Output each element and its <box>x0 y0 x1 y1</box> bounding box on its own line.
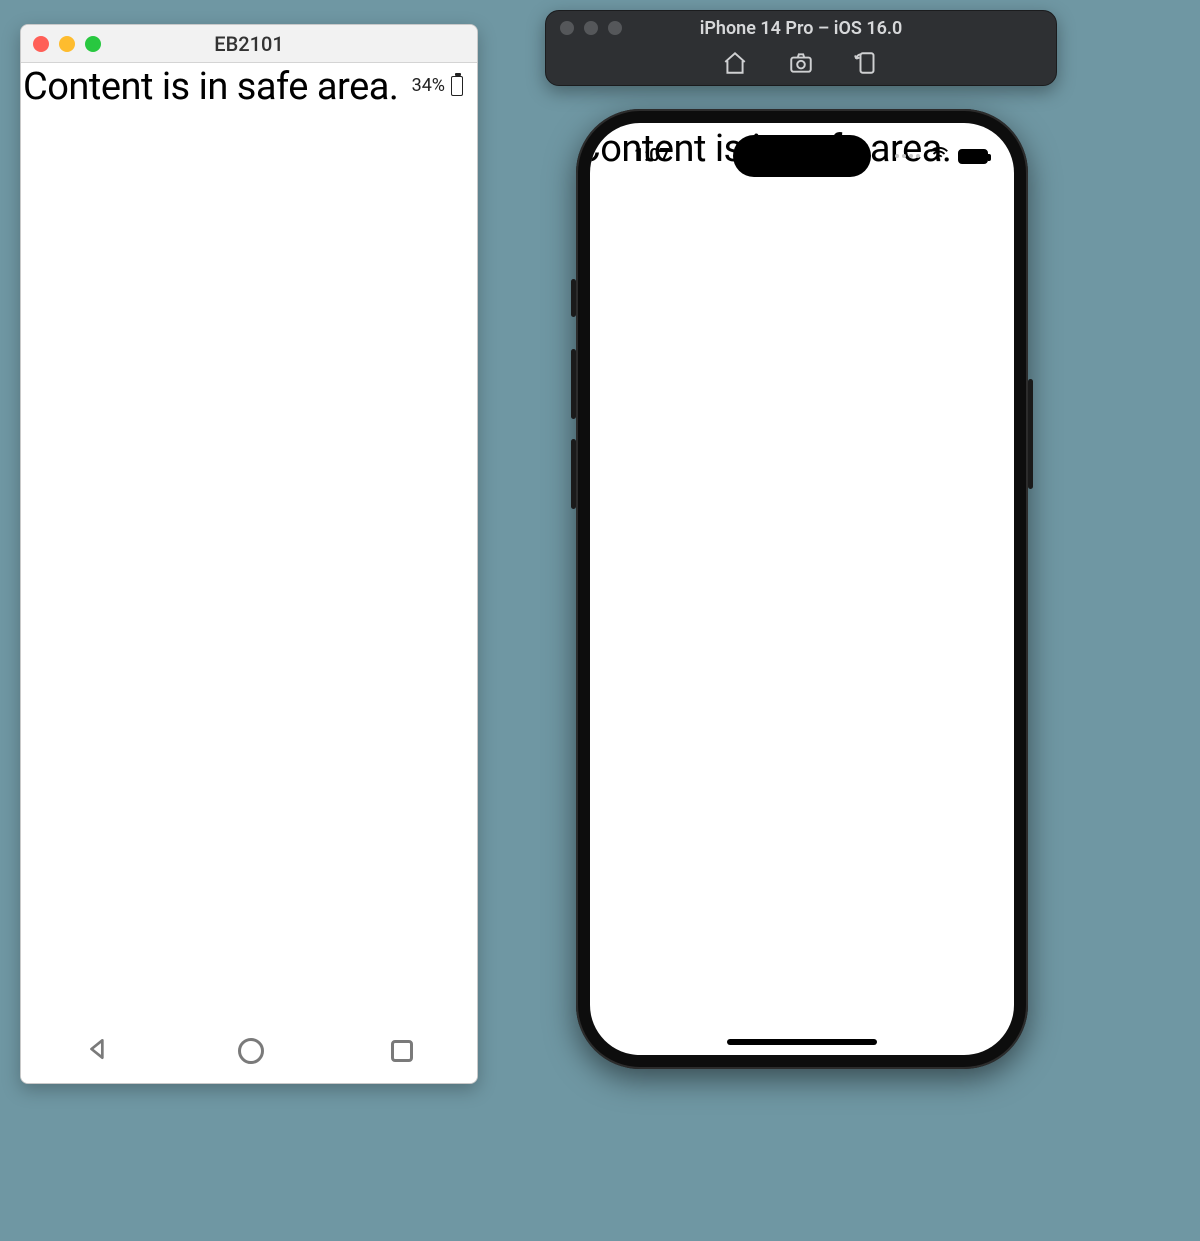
volume-down-button <box>571 439 576 509</box>
home-icon[interactable] <box>722 50 748 80</box>
mute-switch <box>571 279 576 317</box>
battery-percentage: 34% <box>412 75 445 96</box>
power-button <box>1028 379 1033 489</box>
app-content-text: Content is in safe area. <box>23 65 398 109</box>
android-emulator-window: EB2101 Content is in safe area. 34% <box>20 24 478 1084</box>
rotate-icon[interactable] <box>854 50 880 80</box>
nav-back-button[interactable] <box>85 1036 111 1066</box>
ios-toolbar-actions <box>546 45 1056 85</box>
iphone-screen[interactable]: Content is in safe area. 1:07 <box>590 123 1014 1055</box>
wifi-icon <box>928 143 950 169</box>
home-indicator[interactable] <box>727 1039 877 1045</box>
iphone-device-frame: Content is in safe area. 1:07 <box>576 109 1028 1069</box>
android-screen[interactable]: Content is in safe area. 34% <box>21 63 477 1083</box>
ios-statusbar-right <box>895 143 988 169</box>
cellular-signal-icon <box>895 154 920 158</box>
dynamic-island <box>733 135 871 177</box>
android-navbar <box>21 1029 477 1073</box>
nav-home-button[interactable] <box>238 1038 264 1064</box>
ios-simulator-toolbar: iPhone 14 Pro – iOS 16.0 <box>545 10 1057 86</box>
android-statusbar: 34% <box>412 75 463 96</box>
battery-icon <box>958 149 988 164</box>
battery-icon <box>451 76 463 96</box>
screenshot-icon[interactable] <box>788 50 814 80</box>
android-titlebar: EB2101 <box>21 25 477 63</box>
android-window-title: EB2101 <box>21 32 477 56</box>
volume-up-button <box>571 349 576 419</box>
ios-toolbar-title: iPhone 14 Pro – iOS 16.0 <box>546 18 1056 39</box>
status-time: 1:07 <box>634 145 670 166</box>
nav-recent-button[interactable] <box>391 1040 413 1062</box>
ios-toolbar-header: iPhone 14 Pro – iOS 16.0 <box>546 11 1056 45</box>
